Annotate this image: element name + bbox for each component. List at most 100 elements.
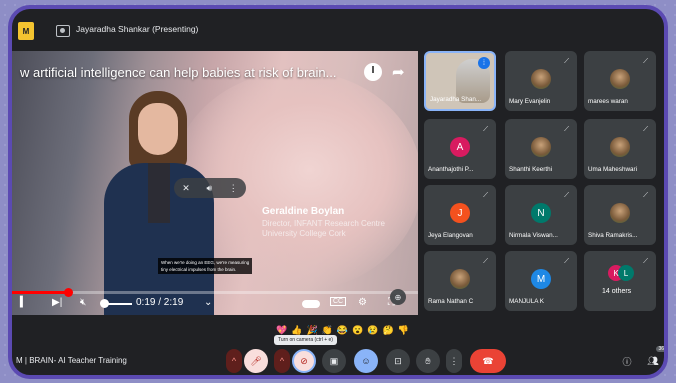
- presenter-overlay-controls: ✕ 🔊︎ ⋮: [174, 178, 246, 198]
- participant-name: Rama Nathan C: [428, 298, 474, 305]
- muted-mic-icon: ⟋: [483, 126, 488, 133]
- participant-tile[interactable]: ⟋ A Ananthajothi P...: [424, 119, 496, 179]
- participant-name: MANJULA K: [509, 298, 544, 305]
- avatar: [610, 137, 630, 157]
- reaction-emoji[interactable]: 🤔: [383, 325, 394, 336]
- video-progress-bar[interactable]: [12, 288, 418, 297]
- captions-toggle-button[interactable]: ▣: [322, 349, 346, 373]
- participant-tile[interactable]: ⁞ Jayaradha Shan...: [424, 51, 496, 111]
- top-bar: M Jayaradha Shankar (Presenting): [12, 9, 664, 49]
- participant-tile[interactable]: ⟋ M MANJULA K: [505, 251, 577, 311]
- leave-call-button[interactable]: ☎: [470, 349, 506, 373]
- speaker-role: Director, INFANT Research Centre: [262, 219, 386, 228]
- participant-tile[interactable]: ⟋ J Jeya Elangovan: [424, 185, 496, 245]
- reaction-emoji[interactable]: 😂: [337, 325, 348, 336]
- settings-icon[interactable]: ⚙: [358, 297, 367, 308]
- participant-tile[interactable]: ⟋ N Nirmala Viswan...: [505, 185, 577, 245]
- participant-name: 14 others: [602, 288, 632, 295]
- zoom-icon[interactable]: ⊕: [390, 289, 406, 305]
- reaction-emoji[interactable]: 😮: [352, 325, 363, 336]
- reaction-emoji[interactable]: 👍: [291, 325, 302, 336]
- caption-line-2: tiny electrical impulses from the brain.: [161, 267, 237, 272]
- reaction-emoji[interactable]: 💖: [276, 325, 287, 336]
- video-speaker-figure: [104, 91, 214, 315]
- participant-name: Mary Evanjelin: [509, 98, 551, 105]
- meeting-title: M | BRAIN- AI Teacher Training: [16, 356, 127, 365]
- presenter-label: Jayaradha Shankar (Presenting): [76, 24, 199, 34]
- video-controls: ▍ ▶| 🔇︎ 0:19 / 2:19 ⌄ CC ⚙ ⛶: [12, 297, 418, 313]
- volume-handle[interactable]: [100, 299, 109, 308]
- avatar: N: [531, 203, 551, 223]
- participant-name: Nirmala Viswan...: [509, 232, 558, 239]
- mic-options-button[interactable]: ^: [226, 349, 242, 373]
- participant-tile[interactable]: ⟋ Shanthi Keerthi: [505, 119, 577, 179]
- meeting-info-icon[interactable]: ⓘ: [618, 349, 636, 373]
- shared-video[interactable]: w artificial intelligence can help babie…: [12, 51, 418, 315]
- participant-name: Shiva Ramakris...: [588, 232, 638, 239]
- avatar: [531, 137, 551, 157]
- camera-tooltip: Turn on camera (ctrl + e): [274, 335, 337, 345]
- next-icon[interactable]: ▶|: [52, 297, 62, 308]
- participant-tile[interactable]: ⟋ K L 14 others: [584, 251, 656, 311]
- app-logo: M: [18, 22, 34, 40]
- people-button[interactable]: 👥︎ 36: [644, 346, 664, 373]
- reaction-emoji[interactable]: 👏: [322, 325, 333, 336]
- video-caption: When we're doing an EEG, we're measuring…: [158, 258, 253, 274]
- more-options-icon[interactable]: ⋮: [229, 183, 238, 194]
- watch-later-icon[interactable]: [364, 63, 382, 81]
- play-pause-icon[interactable]: ▍: [20, 297, 28, 308]
- muted-mic-icon: ⟋: [483, 258, 488, 265]
- participant-tile[interactable]: ⟋ marees waran: [584, 51, 656, 111]
- reaction-emoji[interactable]: 👎: [398, 325, 409, 336]
- participant-name: Shanthi Keerthi: [509, 166, 553, 173]
- speaking-indicator-icon: ⁞: [478, 57, 490, 69]
- avatar: A: [450, 137, 470, 157]
- reaction-emoji[interactable]: 😢: [367, 325, 378, 336]
- chevron-down-icon[interactable]: ⌄: [204, 297, 212, 308]
- camera-off-button[interactable]: ⊘: [292, 349, 316, 373]
- muted-mic-icon: ⟋: [643, 258, 648, 265]
- participant-tile[interactable]: ⟋ Uma Maheshwari: [584, 119, 656, 179]
- participant-name: Uma Maheshwari: [588, 166, 637, 173]
- mute-icon[interactable]: 🔇︎: [80, 297, 86, 308]
- avatar: M: [531, 269, 551, 289]
- captions-button[interactable]: CC: [330, 297, 347, 306]
- present-button[interactable]: ⊡: [386, 349, 410, 373]
- presenting-icon: [56, 25, 70, 37]
- avatar: [610, 203, 630, 223]
- participant-name: Jayaradha Shan...: [430, 96, 482, 103]
- muted-mic-icon: ⟋: [564, 126, 569, 133]
- muted-mic-icon: ⟋: [643, 58, 648, 65]
- mic-off-button[interactable]: 🎤︎: [244, 349, 268, 373]
- participant-name: Ananthajothi P...: [428, 166, 474, 173]
- avatar: J: [450, 203, 470, 223]
- participant-tile[interactable]: ⟋ Shiva Ramakris...: [584, 185, 656, 245]
- muted-mic-icon: ⟋: [483, 192, 488, 199]
- participant-tile[interactable]: ⟋ Mary Evanjelin: [505, 51, 577, 111]
- speaker-university: University College Cork: [262, 229, 346, 238]
- more-options-button[interactable]: ⋮: [446, 349, 462, 373]
- participant-name: marees waran: [588, 98, 628, 105]
- mute-presentation-icon[interactable]: ✕: [182, 183, 190, 194]
- share-icon[interactable]: ➦: [392, 63, 405, 81]
- emoji-button[interactable]: ☺: [354, 349, 378, 373]
- camera-options-button[interactable]: ^: [274, 349, 290, 373]
- avatar: [531, 69, 551, 89]
- participant-tile[interactable]: ⟋ Rama Nathan C: [424, 251, 496, 311]
- volume-icon[interactable]: 🔊︎: [206, 183, 212, 194]
- bottom-bar: M | BRAIN- AI Teacher Training ^ 🎤︎ ^ ⊘ …: [12, 345, 664, 375]
- participant-name: Jeya Elangovan: [428, 232, 473, 239]
- speaker-name: Geraldine Boylan: [262, 206, 345, 217]
- time-display: 0:19 / 2:19: [136, 297, 184, 308]
- autoplay-toggle[interactable]: [302, 300, 320, 308]
- reaction-emoji[interactable]: 🎉: [306, 325, 317, 336]
- raise-hand-button[interactable]: ✋︎: [416, 349, 440, 373]
- meet-window: M Jayaradha Shankar (Presenting) w artif…: [8, 5, 668, 379]
- people-icon: 👥︎: [647, 355, 659, 366]
- video-title[interactable]: w artificial intelligence can help babie…: [20, 65, 337, 80]
- caption-line-1: When we're doing an EEG, we're measuring: [161, 260, 250, 265]
- muted-mic-icon: ⟋: [643, 192, 648, 199]
- video-progress-handle[interactable]: [63, 288, 73, 297]
- people-count-badge: 36: [656, 346, 664, 352]
- muted-mic-icon: ⟋: [643, 126, 648, 133]
